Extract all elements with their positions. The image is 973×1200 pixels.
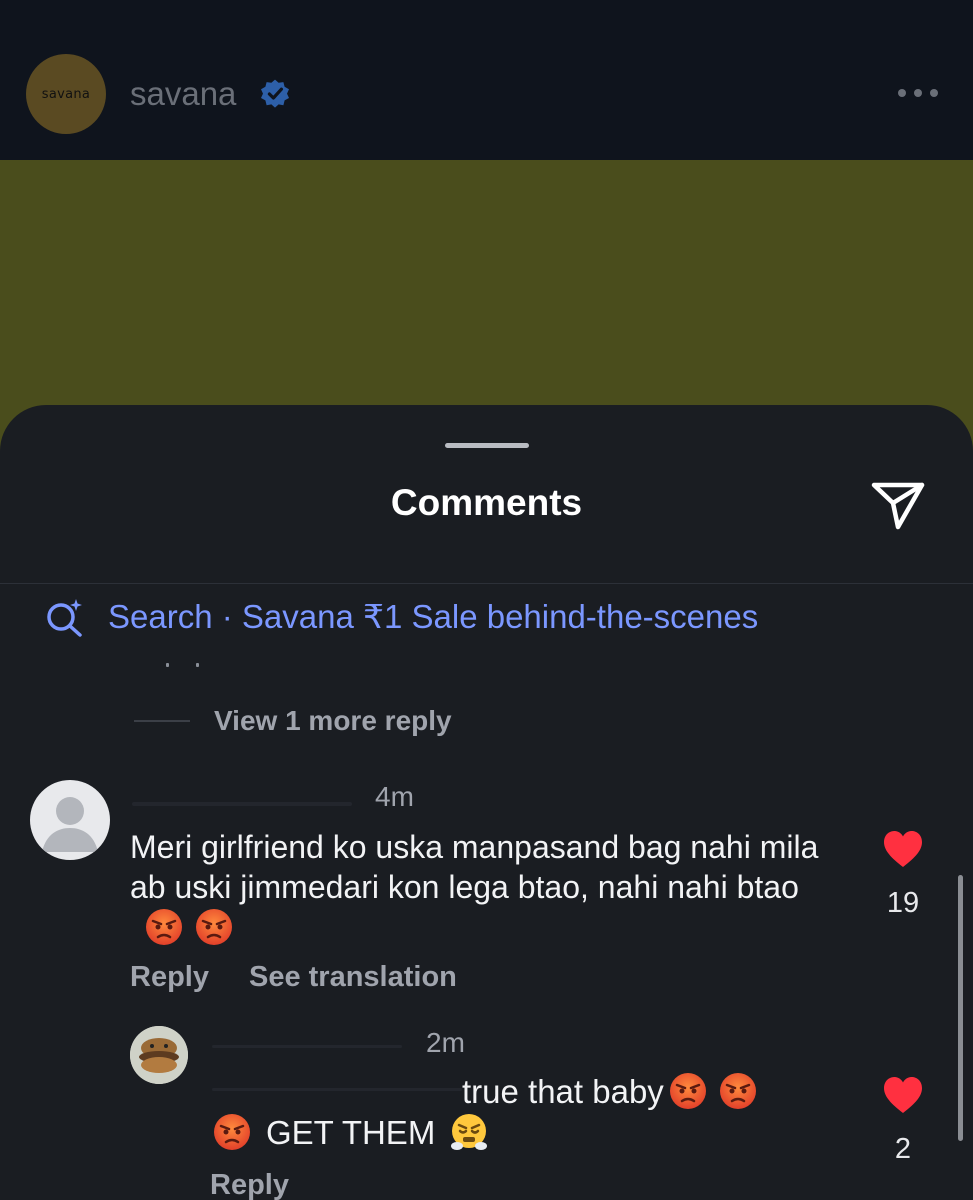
angry-face-icon	[669, 1073, 706, 1109]
reply-body-part2: GET THEM	[266, 1114, 436, 1151]
reply-text-line2: GET THEM	[212, 1112, 489, 1153]
sheet-drag-handle[interactable]	[445, 443, 529, 448]
angry-face-icon	[196, 909, 232, 945]
comment-body: Meri girlfriend ko uska manpasand bag na…	[130, 829, 819, 905]
comment-timestamp: 4m	[375, 781, 414, 812]
default-user-icon	[42, 797, 98, 852]
scrollbar[interactable]	[958, 875, 963, 1141]
reply-button[interactable]: Reply	[210, 1167, 289, 1200]
comment-actions: Reply See translation	[130, 959, 457, 995]
sheet-divider	[0, 583, 973, 584]
send-icon[interactable]	[868, 477, 928, 533]
heart-icon[interactable]	[882, 829, 924, 869]
angry-face-icon	[214, 1114, 250, 1150]
search-sparkle-icon	[47, 599, 82, 637]
see-translation-button[interactable]: See translation	[249, 961, 457, 993]
more-options-icon[interactable]	[895, 86, 941, 100]
sheet-title: Comments	[390, 482, 583, 523]
reply-mention-hidden	[212, 1088, 462, 1091]
reply-username-hidden	[212, 1045, 402, 1048]
angry-face-icon	[146, 909, 182, 945]
reply-button[interactable]: Reply	[130, 961, 209, 993]
burger-animal-avatar-icon	[130, 1026, 188, 1084]
reply-body-part1: true that baby	[462, 1073, 664, 1110]
angry-face-icon	[719, 1073, 756, 1109]
reply-timestamp: 2m	[426, 1027, 465, 1058]
avatar-logo-text: savana	[41, 86, 91, 102]
commenter-avatar[interactable]	[30, 780, 110, 860]
reply-like-count: 2	[894, 1133, 912, 1165]
instagram-post-screen: savana savana Comments Search · Savana ₹…	[0, 0, 973, 1200]
comment-text: Meri girlfriend ko uska manpasand bag na…	[130, 827, 850, 948]
profile-avatar[interactable]: savana	[26, 54, 106, 134]
account-name[interactable]: savana	[130, 74, 236, 114]
steam-nose-face-icon	[451, 1114, 488, 1150]
view-more-replies-label: View 1 more reply	[214, 705, 452, 736]
search-suggestion[interactable]: Search · Savana ₹1 Sale behind-the-scene…	[44, 595, 758, 639]
reply-commenter-avatar[interactable]	[130, 1026, 188, 1084]
reply-text-line1: true that baby	[462, 1071, 758, 1112]
post-header: savana savana	[0, 0, 973, 160]
search-suggestion-text: Search · Savana ₹1 Sale behind-the-scene…	[108, 598, 759, 635]
like-count: 19	[886, 887, 920, 919]
commenter-username-hidden	[132, 802, 352, 806]
view-more-replies[interactable]: View 1 more reply	[134, 701, 452, 741]
heart-icon[interactable]	[882, 1075, 924, 1115]
verified-badge-icon	[261, 79, 289, 108]
clipped-text-remnant	[160, 661, 210, 671]
comments-sheet: Comments Search · Savana ₹1 Sale behind-…	[0, 405, 973, 1200]
thread-line	[134, 720, 190, 722]
